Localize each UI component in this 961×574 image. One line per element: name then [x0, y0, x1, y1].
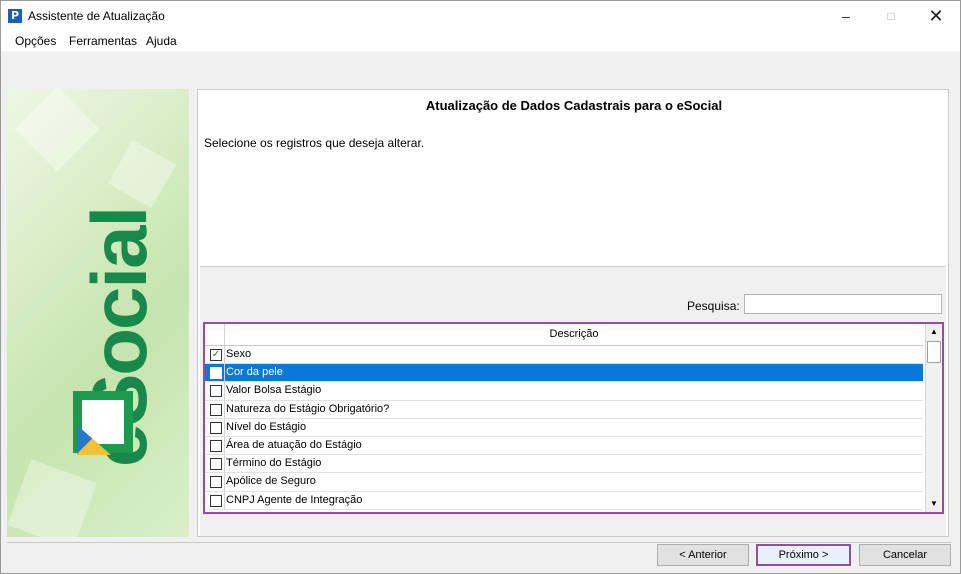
table-row[interactable]: Apólice de Seguro [205, 473, 923, 492]
search-label: Pesquisa: [687, 299, 740, 313]
brand-panel: eSocial [7, 89, 189, 537]
row-label: CNPJ Agente de Integração [226, 493, 363, 506]
decor-shape [7, 459, 97, 537]
grid-rows: Sexo Cor da pele Valor Bolsa Estágio Nature… [205, 346, 923, 510]
selection-area: Pesquisa: Descrição Sexo Cor da pele Valor… [200, 266, 946, 536]
row-checkbox[interactable] [210, 476, 222, 489]
search-input[interactable] [744, 294, 942, 314]
instructions-text: Selecione os registros que deseja altera… [204, 136, 425, 150]
row-label: Cor da pele [226, 366, 283, 379]
row-label: Área de atuação do Estágio [226, 438, 362, 451]
column-divider [224, 436, 225, 455]
row-label: Apólice de Seguro [226, 475, 316, 488]
scroll-down-icon[interactable]: ▼ [926, 496, 942, 512]
row-checkbox[interactable] [210, 439, 222, 452]
menu-bar: Opções Ferramentas Ajuda [1, 31, 960, 51]
table-row[interactable]: CNPJ Agente de Integração [205, 491, 923, 510]
cancel-button[interactable]: Cancelar [859, 544, 951, 566]
decor-shape [107, 139, 177, 209]
check-column-header [205, 324, 225, 346]
next-button[interactable]: Próximo > [756, 544, 851, 566]
title-bar: P Assistente de Atualização – □ ✕ [1, 1, 960, 31]
menu-ferramentas[interactable]: Ferramentas [69, 34, 137, 48]
description-column-header[interactable]: Descrição [225, 328, 923, 340]
previous-button[interactable]: < Anterior [657, 544, 749, 566]
row-checkbox[interactable] [210, 349, 222, 361]
grid-header: Descrição [205, 324, 923, 346]
table-row[interactable]: Sexo [205, 346, 923, 365]
row-label: Término do Estágio [226, 457, 322, 470]
minimize-button[interactable]: – [823, 1, 869, 31]
row-label: Sexo [226, 348, 252, 360]
row-checkbox[interactable] [210, 403, 222, 416]
grid-scrollbar[interactable]: ▲ ▼ [925, 324, 942, 512]
table-row[interactable]: Área de atuação do Estágio [205, 436, 923, 456]
column-divider [224, 455, 225, 473]
column-divider [224, 346, 225, 364]
row-label: Nível do Estágio [226, 420, 307, 433]
window-title: Assistente de Atualização [28, 9, 165, 23]
main-content: Atualização de Dados Cadastrais para o e… [197, 89, 949, 537]
row-label: Valor Bolsa Estágio [226, 384, 322, 397]
row-checkbox[interactable] [210, 421, 222, 434]
table-row[interactable]: Natureza do Estágio Obrigatório? [205, 400, 923, 419]
row-checkbox[interactable] [210, 458, 222, 471]
close-button[interactable]: ✕ [913, 1, 959, 31]
decor-shape [14, 89, 100, 172]
page-title: Atualização de Dados Cadastrais para o e… [425, 98, 723, 113]
maximize-button[interactable]: □ [868, 1, 914, 31]
table-row[interactable]: Cor da pele [205, 364, 923, 383]
scroll-thumb[interactable] [927, 341, 941, 363]
scroll-up-icon[interactable]: ▲ [926, 324, 942, 340]
row-checkbox[interactable] [210, 385, 222, 398]
column-divider [224, 418, 225, 436]
column-divider [224, 382, 225, 400]
column-divider [224, 491, 225, 509]
row-label: Natureza do Estágio Obrigatório? [226, 402, 390, 415]
wizard-window: P Assistente de Atualização – □ ✕ Opções… [0, 0, 961, 574]
table-row[interactable]: Nível do Estágio [205, 418, 923, 437]
column-divider [224, 473, 225, 491]
menu-ajuda[interactable]: Ajuda [146, 34, 177, 48]
footer-divider [7, 542, 951, 543]
column-divider [224, 400, 225, 418]
menu-opcoes[interactable]: Opções [15, 34, 56, 48]
row-checkbox[interactable] [210, 367, 222, 380]
table-row[interactable]: Término do Estágio [205, 455, 923, 474]
column-divider [224, 364, 225, 382]
row-checkbox[interactable] [210, 494, 222, 507]
app-icon: P [8, 9, 22, 23]
records-grid: Descrição Sexo Cor da pele Valor Bolsa Est… [203, 322, 944, 514]
table-row[interactable]: Valor Bolsa Estágio [205, 382, 923, 401]
